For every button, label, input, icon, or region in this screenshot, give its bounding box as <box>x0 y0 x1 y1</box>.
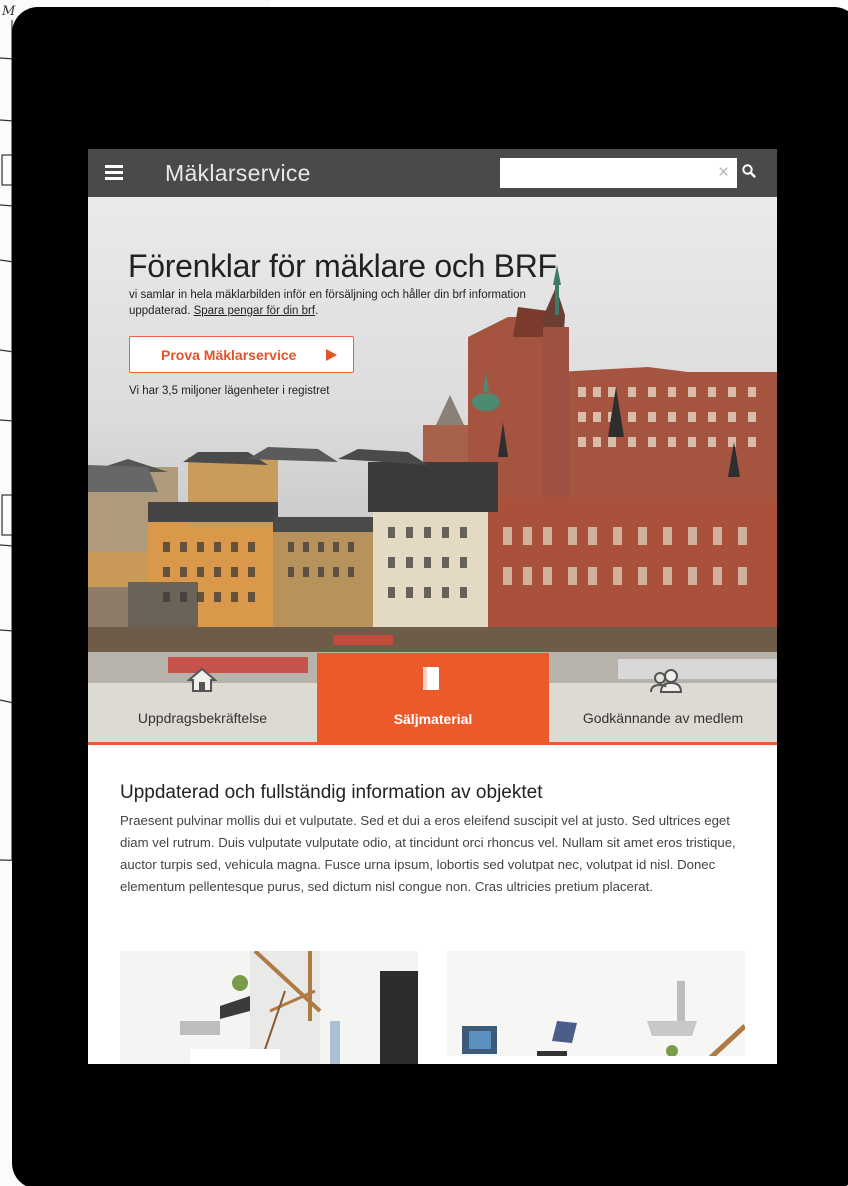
save-money-link[interactable]: Spara pengar för din brf <box>194 305 315 317</box>
play-arrow-icon <box>326 349 337 361</box>
hamburger-icon[interactable] <box>105 165 123 181</box>
house-icon <box>186 667 218 698</box>
content-body: Praesent pulvinar mollis dui et vulputat… <box>120 813 736 894</box>
users-icon <box>649 668 683 699</box>
close-icon[interactable]: × <box>718 162 729 184</box>
tab-label: Uppdragsbekräftelse <box>137 710 268 726</box>
content-title: Uppdaterad och fullständig information a… <box>120 782 543 803</box>
hero-subtitle-end: . <box>315 305 319 317</box>
tablet-screen: Mäklarservice × Förenklar för mäklare oc… <box>88 149 777 1064</box>
tab-label: Godkännande av medlem <box>582 710 744 726</box>
tab-label: Säljmaterial <box>393 711 473 727</box>
app-title: Mäklarservice <box>165 160 311 186</box>
hero-title: Förenklar för mäklare och BRF <box>128 248 557 284</box>
sketch-scrawl: M <box>2 4 16 19</box>
feature-tabs: Uppdragsbekräftelse Säljmaterial Godkänn… <box>88 653 777 745</box>
app-bar: Mäklarservice × <box>88 149 777 197</box>
hero-subtitle: vi samlar in hela mäklarbilden inför en … <box>129 287 549 319</box>
search-field[interactable]: × <box>500 158 737 188</box>
search-icon[interactable] <box>741 163 761 183</box>
tab-saljmaterial[interactable]: Säljmaterial <box>317 653 549 742</box>
search-input[interactable] <box>500 158 705 188</box>
tab-uppdragsbekraftelse[interactable]: Uppdragsbekräftelse <box>88 667 317 742</box>
hero-stat-text: Vi har 3,5 miljoner lägenheter i registr… <box>129 385 330 397</box>
interior-image-1 <box>120 951 418 1064</box>
try-maklarservice-button[interactable]: Prova Mäklarservice <box>129 336 354 373</box>
hero-subtitle-text: vi samlar in hela mäklarbilden inför en … <box>129 289 526 317</box>
book-icon <box>420 665 442 698</box>
content-section: Uppdaterad och fullständig information a… <box>120 782 750 898</box>
tab-godkannande-av-medlem[interactable]: Godkännande av medlem <box>549 669 777 742</box>
cta-label: Prova Mäklarservice <box>161 347 297 363</box>
stage: M Mäklarservice × Förenklar för mäklare … <box>0 0 848 1186</box>
tabs-underline <box>88 742 777 745</box>
interior-image-2 <box>447 951 745 1064</box>
